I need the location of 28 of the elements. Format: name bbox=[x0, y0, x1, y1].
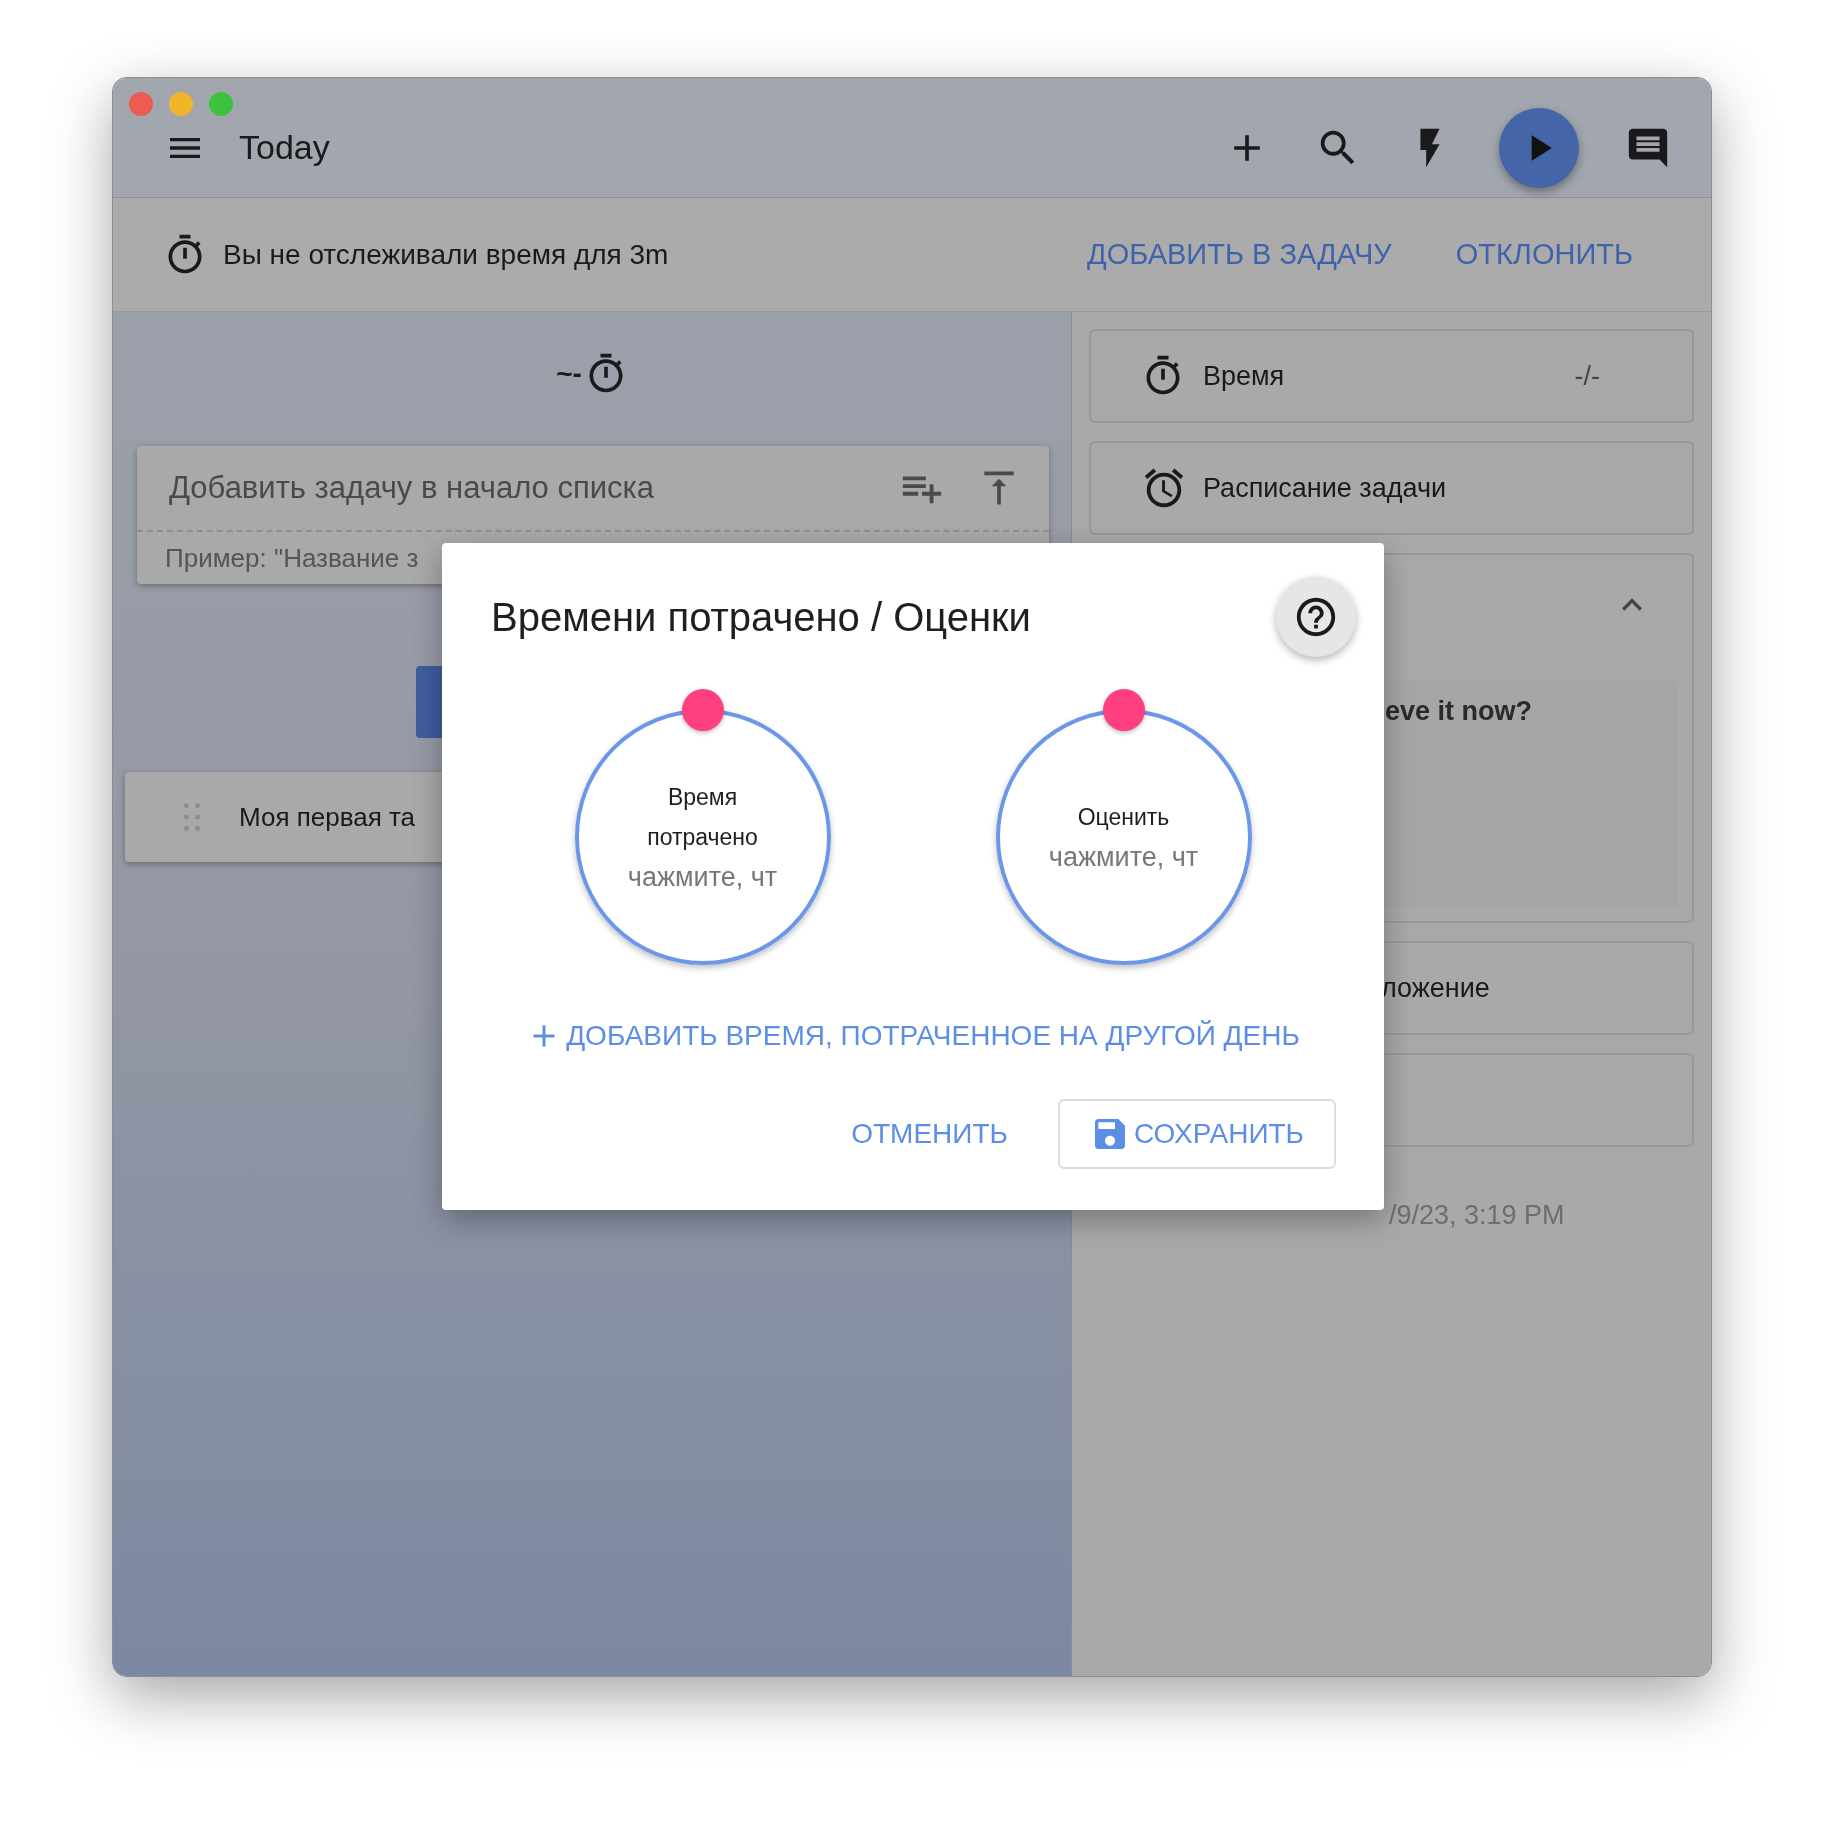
save-button[interactable]: СОХРАНИТЬ bbox=[1057, 1099, 1336, 1169]
card-label: Время bbox=[1203, 359, 1285, 393]
cancel-button[interactable]: ОТМЕНИТЬ bbox=[843, 1101, 1016, 1167]
time-value: -/- bbox=[1574, 359, 1600, 393]
banner-action-button[interactable]: ОТКЛОНИТЬ bbox=[1455, 232, 1633, 277]
schedule-card[interactable]: Расписание задачи bbox=[1089, 441, 1694, 535]
hint-text: Пример: "Название з bbox=[165, 541, 419, 575]
dial-label: Время потрачено bbox=[646, 782, 759, 852]
play-button[interactable] bbox=[1499, 107, 1579, 188]
banner-message: Вы не отслеживали время для 3m bbox=[223, 237, 669, 272]
dialog-title: Времени потрачено / Оценки bbox=[491, 594, 1031, 641]
dial-input[interactable]: чажмите, чт bbox=[602, 856, 803, 898]
estimate-text: ~- bbox=[556, 357, 582, 391]
time-card[interactable]: Время -/- bbox=[1089, 329, 1694, 423]
card-label: ложение bbox=[1381, 971, 1490, 1005]
help-button[interactable] bbox=[1276, 577, 1356, 657]
add-task-field[interactable]: Добавить задачу в начало списка bbox=[169, 464, 869, 512]
window-title: Today bbox=[239, 127, 330, 168]
created-date: /9/23, 3:19 PM bbox=[1389, 1199, 1566, 1232]
drag-handle-icon[interactable] bbox=[183, 803, 201, 831]
card-label: Расписание задачи bbox=[1203, 471, 1447, 505]
dial-input[interactable]: чажмите, чт bbox=[1023, 836, 1224, 878]
dial-label: Оценить bbox=[1076, 802, 1171, 832]
task-title: Моя первая та bbox=[239, 800, 416, 834]
banner-action-button[interactable]: ДОБАВИТЬ В ЗАДАЧУ bbox=[1087, 232, 1392, 277]
content-text: eve it now? bbox=[1385, 695, 1533, 728]
dial-handle[interactable] bbox=[1102, 689, 1145, 731]
dial-handle[interactable] bbox=[681, 689, 724, 731]
